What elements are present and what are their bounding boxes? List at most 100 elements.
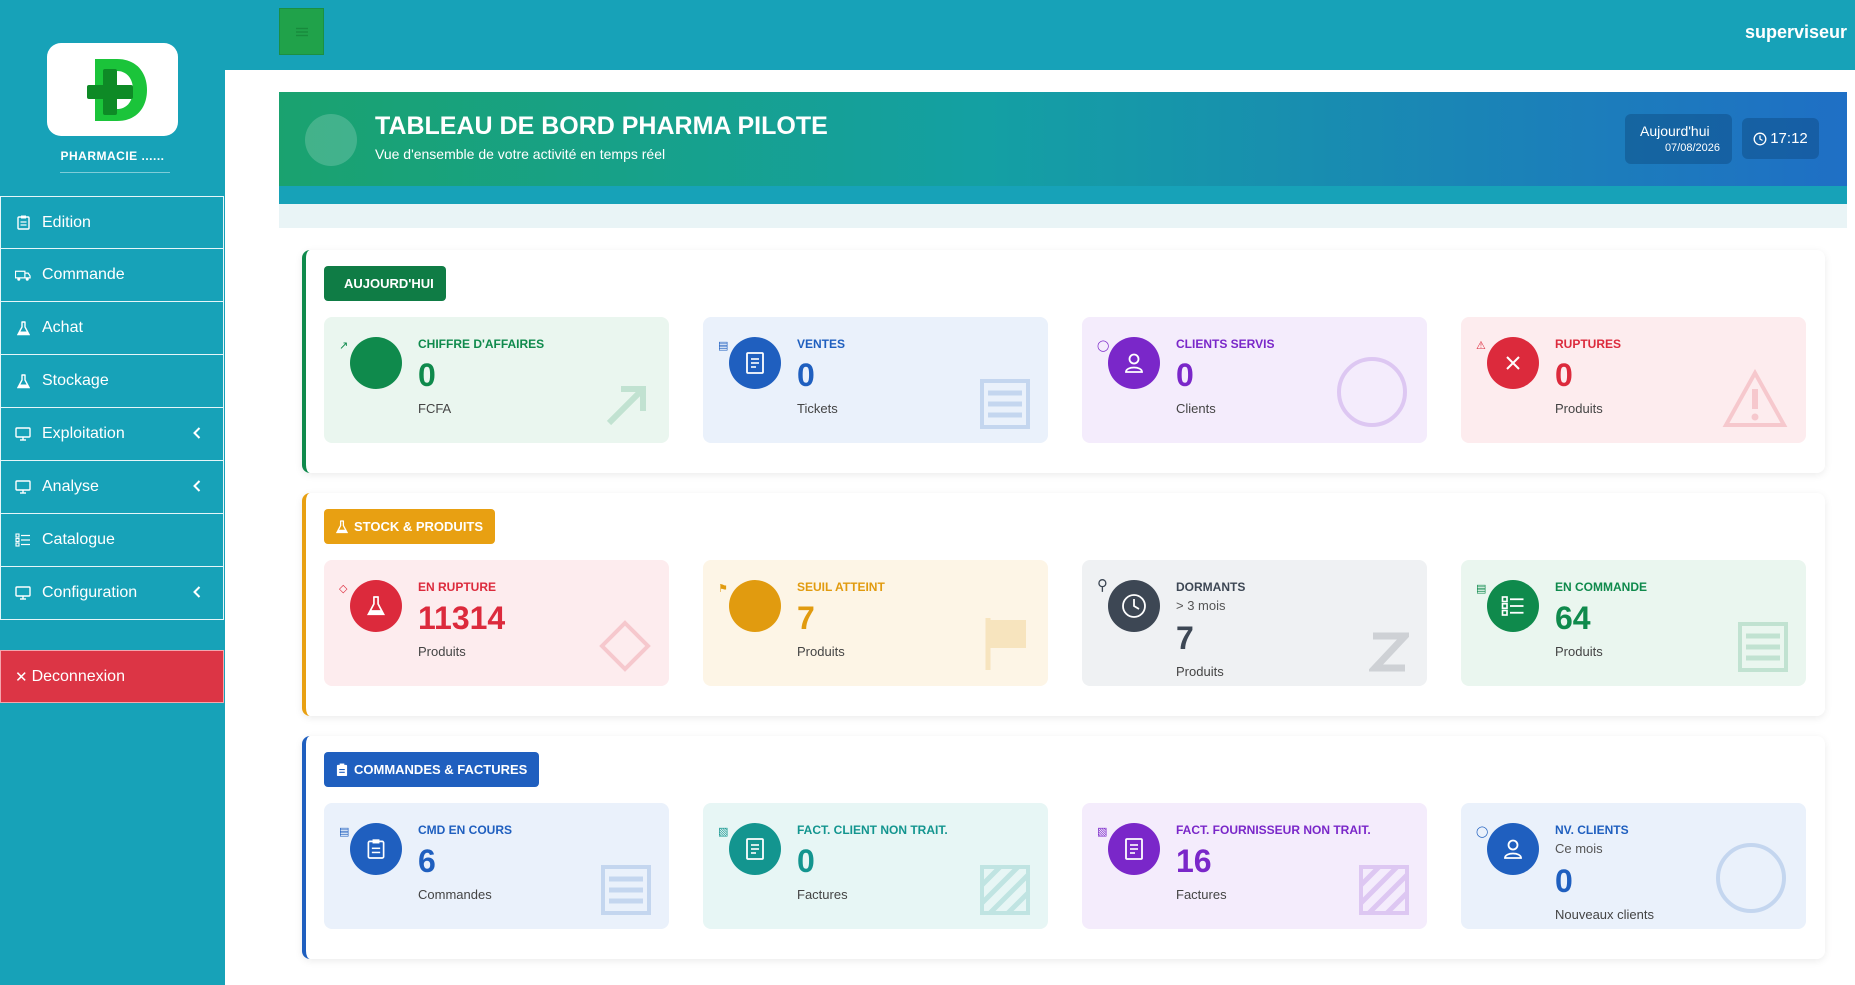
diamond-icon: ◇ [339,583,348,595]
card-title: DORMANTS [1176,580,1246,594]
card-unit: Factures [1176,887,1227,902]
hatch-icon: ▧ [718,826,729,838]
flag-icon: ⚑ [718,583,728,595]
user-icon [1108,337,1160,389]
logo[interactable] [47,43,178,136]
logout-button[interactable]: ✕ Deconnexion [0,650,224,703]
sidebar-menu: Edition Commande Achat Stockage Exploita… [0,196,224,620]
receipt-icon [729,823,781,875]
sidebar-item-achat[interactable]: Achat [0,302,224,355]
card-value: 0 [1555,863,1573,899]
circle-icon: ◯ [1476,826,1489,838]
search-icon: ⚲ [1097,577,1108,594]
card-unit: Produits [418,644,466,659]
stat-card-ruptures[interactable]: ⚠ RUPTURES 0 Produits [1461,317,1806,443]
card-value: 0 [1555,357,1573,393]
card-value: 0 [797,843,815,879]
chevron-left-icon [193,426,201,444]
close-icon: ✕ [15,668,28,686]
clipboard-icon [15,215,31,231]
stat-card-dormants[interactable]: ⚲ DORMANTS > 3 mois 7 Produits [1082,560,1427,686]
card-title: FACT. FOURNISSEUR NON TRAIT. [1176,823,1371,837]
topbar: superviseur [225,0,1855,70]
sidebar-item-commande[interactable]: Commande [0,249,224,302]
current-user[interactable]: superviseur [1745,22,1847,43]
card-unit: Tickets [797,401,838,416]
stat-card-en-commande[interactable]: ▤ EN COMMANDE 64 Produits [1461,560,1806,686]
stat-card-nv-clients[interactable]: ◯ NV. CLIENTS Ce mois 0 Nouveaux clients [1461,803,1806,929]
stat-card-en-rupture[interactable]: ◇ EN RUPTURE 11314 Produits [324,560,669,686]
card-title: CMD EN COURS [418,823,513,837]
stat-card-chiffre-affaires[interactable]: ↗ CHIFFRE D'AFFAIRES 0 FCFA [324,317,669,443]
sidebar-item-edition[interactable]: Edition [0,196,224,249]
card-title: CLIENTS SERVIS [1176,337,1275,351]
sidebar-item-analyse[interactable]: Analyse [0,461,224,514]
sidebar-item-configuration[interactable]: Configuration [0,567,224,620]
flag-icon [729,580,781,632]
sidebar-item-label: Stockage [42,372,109,389]
list-icon [1487,580,1539,632]
user-icon [1487,823,1539,875]
card-unit: FCFA [418,401,452,416]
card-unit: Nouveaux clients [1555,907,1654,922]
section-stock: STOCK & PRODUITS ◇ EN RUPTURE 11314 Prod… [302,493,1825,716]
card-title: FACT. CLIENT NON TRAIT. [797,823,948,837]
truck-icon [15,267,31,283]
clock-icon [1108,580,1160,632]
sidebar-item-catalogue[interactable]: Catalogue [0,514,224,567]
stat-card-cmd-en-cours[interactable]: ▤ CMD EN COURS 6 Commandes [324,803,669,929]
card-unit: Produits [1555,644,1603,659]
warning-icon [1722,369,1788,427]
card-value: 7 [1176,620,1194,656]
card-unit: Produits [1176,664,1224,679]
section-orders: COMMANDES & FACTURES ▤ CMD EN COURS 6 Co… [302,736,1825,959]
circle-icon [1337,357,1407,427]
flask-icon [15,320,31,336]
stat-card-fact-client[interactable]: ▧ FACT. CLIENT NON TRAIT. 0 Factures [703,803,1048,929]
sleep-icon [1369,632,1409,672]
stat-card-ventes[interactable]: ▤ VENTES 0 Tickets [703,317,1048,443]
sidebar-item-label: Catalogue [42,531,115,548]
sidebar-item-label: Configuration [42,584,138,601]
chevron-left-icon [193,585,201,603]
card-value: 0 [418,357,436,393]
chevron-left-icon [193,479,201,497]
trend-up-icon [606,386,646,426]
card-unit: Produits [1555,401,1603,416]
diamond-icon [599,620,651,672]
list-icon [1738,622,1788,672]
card-value: 16 [1176,843,1212,879]
trend-up-icon: ↗ [339,340,349,352]
card-value: 6 [418,843,436,879]
clock-icon [1753,132,1767,145]
stat-card-seuil-atteint[interactable]: ⚑ SEUIL ATTEINT 7 Produits [703,560,1048,686]
card-title: EN RUPTURE [418,580,497,594]
receipt-icon [1108,823,1160,875]
menu-toggle-button[interactable] [279,8,324,55]
list-icon: ▤ [339,826,350,838]
list-icon [601,865,651,915]
card-unit: Factures [797,887,848,902]
monitor-icon [15,585,31,601]
flag-icon [985,618,1026,670]
flask-icon [350,580,402,632]
list-icon [980,379,1030,429]
header-band [279,186,1847,204]
sidebar-item-label: Analyse [42,478,99,495]
card-title: CHIFFRE D'AFFAIRES [418,337,545,351]
header-avatar [305,114,357,166]
sidebar-item-label: Exploitation [42,425,125,442]
sidebar-item-label: Commande [42,266,125,283]
warning-icon: ⚠ [1476,340,1486,352]
stat-card-fact-fournisseur[interactable]: ▧ FACT. FOURNISSEUR NON TRAIT. 16 Factur… [1082,803,1427,929]
stat-card-clients-servis[interactable]: ◯ CLIENTS SERVIS 0 Clients [1082,317,1427,443]
sidebar-item-exploitation[interactable]: Exploitation [0,408,224,461]
flask-icon [15,373,31,389]
section-label: COMMANDES & FACTURES [354,762,528,777]
clipboard-icon [350,823,402,875]
list-icon: ▤ [1476,583,1487,595]
sidebar-item-stockage[interactable]: Stockage [0,355,224,408]
section-label: AUJOURD'HUI [344,276,434,291]
divider [60,172,170,173]
logout-label: Deconnexion [31,667,125,685]
